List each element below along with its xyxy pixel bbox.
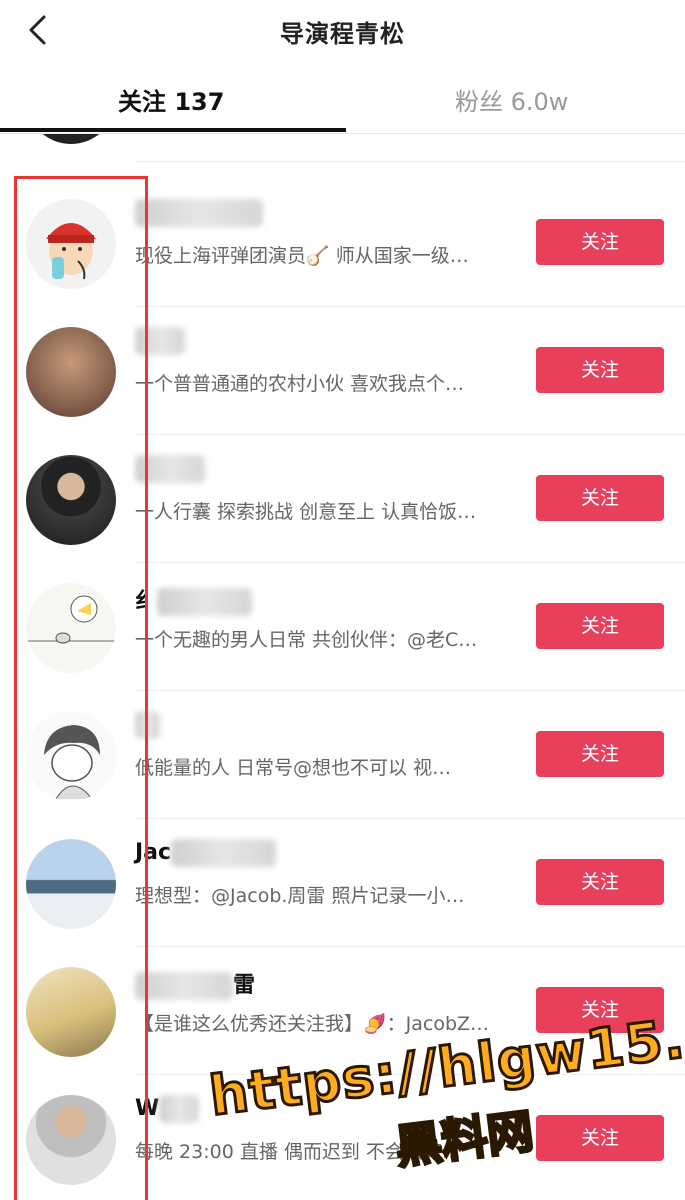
tab-followers[interactable]: 粉丝 6.0w — [455, 82, 568, 117]
list-item[interactable]: Jac 理想型：@Jacob.周雷 照片记录一小… 关注 — [0, 819, 685, 947]
user-name[interactable] — [135, 455, 205, 487]
list-item[interactable]: 现役上海评弹团演员🪕 师从国家一级… 关注 — [0, 179, 685, 307]
user-description: 一人行囊 探索挑战 创意至上 认真恰饭… — [135, 501, 477, 523]
user-description: 低能量的人 日常号@想也不可以 视… — [135, 757, 452, 779]
follow-button[interactable]: 关注 — [536, 859, 664, 905]
list-item[interactable]: 纟 一个无趣的男人日常 共创伙伴：@老C… 关注 — [0, 563, 685, 691]
user-name[interactable]: Jac — [135, 839, 277, 871]
avatar[interactable] — [26, 711, 116, 801]
list-item[interactable]: W 每晚 23:00 直播 偶而迟到 不会缺席… 关注 — [0, 1075, 685, 1200]
blurred-name — [135, 327, 185, 355]
blurred-name — [135, 972, 233, 1000]
user-name[interactable]: 雷 — [135, 967, 255, 1000]
user-description: 每晚 23:00 直播 偶而迟到 不会缺席… — [135, 1141, 461, 1163]
user-name[interactable] — [135, 199, 263, 231]
user-name[interactable] — [135, 327, 185, 359]
avatar[interactable] — [26, 455, 116, 545]
avatar — [26, 134, 116, 144]
user-description: 【是谁这么优秀还关注我】🍠：JacobZ… — [135, 1013, 490, 1035]
user-description: 一个无趣的男人日常 共创伙伴：@老C… — [135, 629, 478, 651]
list-item[interactable]: 一人行囊 探索挑战 创意至上 认真恰饭… 关注 — [0, 435, 685, 563]
user-description: 理想型：@Jacob.周雷 照片记录一小… — [135, 885, 465, 907]
follow-button[interactable]: 关注 — [536, 731, 664, 777]
avatar[interactable] — [26, 199, 116, 289]
following-list: 现役上海评弹团演员🪕 师从国家一级… 关注 一个普普通通的农村小伙 喜欢我点个…… — [0, 134, 685, 1200]
active-tab-indicator — [0, 128, 346, 132]
follow-button[interactable]: 关注 — [536, 603, 664, 649]
avatar[interactable] — [26, 839, 116, 929]
follow-button[interactable]: 关注 — [536, 219, 664, 265]
avatar[interactable] — [26, 327, 116, 417]
top-bar: 导演程青松 — [0, 0, 685, 64]
avatar[interactable] — [26, 967, 116, 1057]
list-item[interactable]: 雷 【是谁这么优秀还关注我】🍠：JacobZ… 关注 — [0, 947, 685, 1075]
blurred-name — [159, 1095, 200, 1123]
user-description: 一个普普通通的农村小伙 喜欢我点个… — [135, 373, 465, 395]
blurred-name — [157, 588, 253, 616]
list-item-partial[interactable] — [0, 134, 685, 162]
follow-button[interactable]: 关注 — [536, 347, 664, 393]
follow-button[interactable]: 关注 — [536, 475, 664, 521]
tab-bar: 关注 137 粉丝 6.0w — [0, 64, 685, 134]
divider — [135, 161, 685, 162]
tab-following[interactable]: 关注 137 — [118, 82, 224, 117]
user-name[interactable] — [135, 711, 160, 743]
blurred-name — [171, 839, 277, 867]
blurred-name — [135, 455, 205, 483]
follow-button[interactable]: 关注 — [536, 987, 664, 1033]
list-item[interactable]: 低能量的人 日常号@想也不可以 视… 关注 — [0, 691, 685, 819]
page-title: 导演程青松 — [280, 20, 405, 48]
user-name[interactable]: W — [135, 1095, 200, 1127]
blurred-name — [135, 711, 160, 739]
list-item[interactable]: 一个普普通通的农村小伙 喜欢我点个… 关注 — [0, 307, 685, 435]
user-description: 现役上海评弹团演员🪕 师从国家一级… — [135, 245, 469, 267]
avatar[interactable] — [26, 1095, 116, 1185]
follow-button[interactable]: 关注 — [536, 1115, 664, 1161]
avatar[interactable] — [26, 583, 116, 673]
user-name[interactable]: 纟 — [135, 583, 253, 616]
blurred-name — [135, 199, 263, 227]
